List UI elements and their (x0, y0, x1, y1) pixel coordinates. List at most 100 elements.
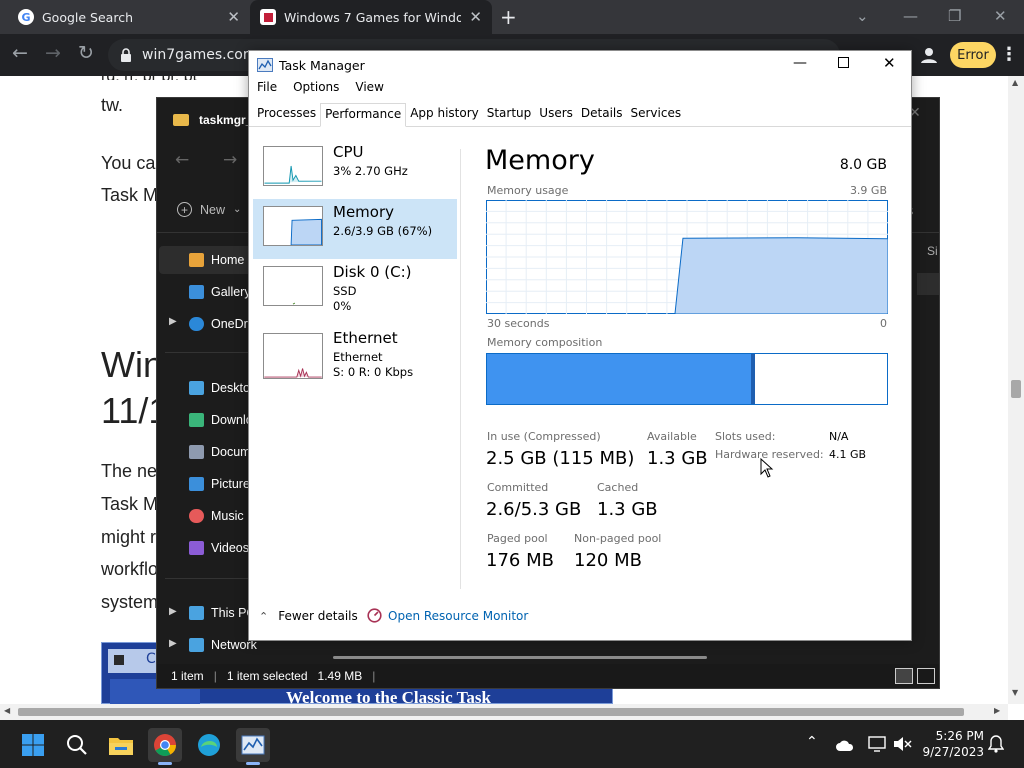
tab-processes[interactable]: Processes (253, 103, 320, 126)
tab-title: Google Search (42, 9, 133, 25)
browser-tab-win7games[interactable]: Windows 7 Games for Windows ✕ (250, 0, 492, 34)
page-vertical-scrollbar[interactable]: ▲ ▼ (1008, 76, 1024, 704)
clock-time[interactable]: 5:26 PM (920, 729, 984, 743)
explorer-horizontal-scrollbar[interactable] (333, 656, 707, 659)
sidebar-item-label: Videos (211, 541, 249, 555)
show-hidden-icons-chevron-icon[interactable]: ⌃ (806, 734, 818, 750)
clock-date[interactable]: 9/27/2023 (912, 745, 984, 759)
window-title: Task Manager (279, 58, 365, 73)
taskbar-file-explorer[interactable] (104, 728, 138, 762)
explorer-back-icon[interactable]: ← (175, 150, 189, 170)
browser-menu-icon[interactable]: ⋮ (1000, 44, 1018, 65)
onedrive-icon (189, 317, 204, 331)
reload-icon[interactable]: ↻ (78, 42, 94, 64)
minimize-icon[interactable]: — (903, 7, 918, 25)
windows-logo-icon (22, 734, 44, 756)
close-window-icon[interactable]: ✕ (994, 7, 1007, 25)
clipped-text-line: rd, rr, pr pr, pt (101, 76, 251, 80)
scroll-right-icon[interactable]: ▶ (994, 706, 1000, 715)
tab-app-history[interactable]: App history (406, 103, 483, 126)
sidebar-item-label: Picture (211, 477, 250, 491)
tiles-view-icon[interactable] (917, 668, 935, 684)
maximize-icon[interactable] (838, 57, 849, 68)
resource-item-disk[interactable]: Disk 0 (C:) SSD 0% (253, 259, 457, 319)
banner-app-icon (114, 655, 124, 665)
taskbar-search-button[interactable] (60, 728, 94, 762)
pictures-icon (189, 477, 204, 491)
close-tab-icon[interactable]: ✕ (227, 8, 240, 26)
cached-label: Cached (597, 481, 639, 494)
taskbar-app-edge[interactable] (192, 728, 226, 762)
lock-icon[interactable] (120, 48, 132, 62)
non-paged-pool-value: 120 MB (574, 550, 642, 571)
menu-view[interactable]: View (347, 80, 391, 100)
restore-icon[interactable]: ❐ (948, 7, 961, 25)
notification-bell-icon[interactable] (988, 735, 1004, 753)
browser-tab-google[interactable]: G Google Search ✕ (8, 0, 250, 34)
new-button[interactable]: + New ⌄ (177, 202, 241, 217)
resource-item-cpu[interactable]: CPU 3% 2.70 GHz (253, 139, 457, 199)
fewer-details-label: Fewer details (278, 609, 358, 623)
column-header-size[interactable]: Si (927, 244, 938, 258)
open-resource-monitor-link[interactable]: Open Resource Monitor (367, 608, 528, 623)
scroll-up-icon[interactable]: ▲ (1012, 78, 1018, 87)
error-button[interactable]: Error (950, 42, 996, 68)
banner-title: Welcome to the Classic Task (286, 688, 491, 704)
start-button[interactable] (16, 728, 50, 762)
divider (460, 149, 461, 589)
tab-startup[interactable]: Startup (483, 103, 536, 126)
taskbar-chrome[interactable] (148, 728, 182, 762)
page-horizontal-scrollbar[interactable]: ◀ ▶ (0, 704, 1008, 720)
tab-search-icon[interactable]: ⌄ (856, 7, 869, 25)
tab-services[interactable]: Services (627, 103, 686, 126)
disk-thumbnail-graph (263, 266, 323, 306)
sidebar-item-label: Docum (211, 445, 251, 459)
home-icon (189, 253, 204, 267)
chevron-right-icon[interactable]: ▶ (169, 606, 177, 617)
slots-used-label: Slots used: (715, 430, 776, 443)
task-manager-window[interactable]: Task Manager — ✕ File Options View Proce… (248, 50, 912, 641)
tab-details[interactable]: Details (577, 103, 627, 126)
menu-options[interactable]: Options (285, 80, 347, 100)
fewer-details-button[interactable]: ⌃ Fewer details (259, 609, 358, 623)
scroll-left-icon[interactable]: ◀ (4, 706, 10, 715)
horizontal-scroll-thumb[interactable] (18, 708, 964, 716)
selection-size: 1.49 MB (317, 669, 363, 683)
resource-item-ethernet[interactable]: Ethernet Ethernet S: 0 R: 0 Kbps (253, 325, 457, 391)
page-text-line: Task M (101, 185, 159, 205)
memory-usage-label: Memory usage (487, 184, 569, 197)
chevron-right-icon[interactable]: ▶ (169, 638, 177, 649)
scroll-down-icon[interactable]: ▼ (1012, 688, 1018, 697)
task-manager-titlebar[interactable]: Task Manager — ✕ (249, 51, 911, 80)
in-use-label: In use (Compressed) (487, 430, 601, 443)
speaker-muted-icon[interactable] (892, 736, 912, 752)
display-tray-icon[interactable] (868, 736, 886, 752)
menu-file[interactable]: File (249, 80, 285, 100)
page-text-line: might r (101, 527, 157, 547)
resource-detail: Ethernet (333, 350, 383, 364)
profile-icon[interactable] (920, 46, 938, 64)
vertical-scroll-thumb[interactable] (1011, 380, 1021, 398)
memory-usage-area (674, 237, 888, 314)
close-icon[interactable]: ✕ (883, 54, 896, 72)
onedrive-tray-icon[interactable] (836, 738, 854, 752)
forward-arrow-icon[interactable]: → (45, 42, 61, 64)
browser-tab-strip: G Google Search ✕ Windows 7 Games for Wi… (0, 0, 1024, 34)
taskbar-task-manager[interactable] (236, 728, 270, 762)
sidebar-item-label: Deskto (211, 381, 250, 395)
composition-modified (751, 354, 755, 404)
minimize-icon[interactable]: — (793, 55, 807, 71)
close-tab-icon[interactable]: ✕ (469, 8, 482, 26)
resource-item-memory[interactable]: Memory 2.6/3.9 GB (67%) (253, 199, 457, 259)
memory-title: Memory (485, 145, 595, 176)
details-view-icon[interactable] (895, 668, 913, 684)
tab-users[interactable]: Users (535, 103, 577, 126)
explorer-forward-icon[interactable]: → (223, 150, 237, 170)
back-arrow-icon[interactable]: ← (12, 42, 28, 64)
explorer-tab-title[interactable]: taskmgr_ (199, 113, 252, 127)
tab-performance[interactable]: Performance (320, 103, 407, 127)
paged-pool-value: 176 MB (486, 550, 554, 571)
new-tab-button[interactable]: + (500, 5, 517, 29)
chevron-right-icon[interactable]: ▶ (169, 316, 177, 327)
selected-file-row[interactable] (917, 273, 939, 295)
